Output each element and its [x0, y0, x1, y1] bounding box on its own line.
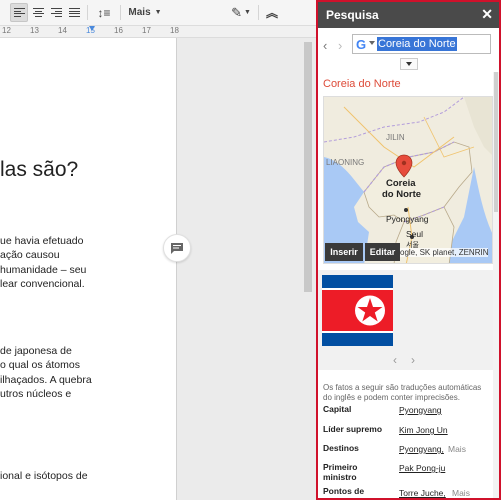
forward-arrow-icon[interactable]: › [338, 38, 342, 53]
insert-map-button[interactable]: Inserir [325, 243, 363, 261]
map-label-pyongyang: Pyongyang [386, 214, 429, 224]
ruler-tick: 17 [142, 26, 151, 35]
ruler-tick: 12 [2, 26, 11, 35]
carousel-prev-icon[interactable]: ‹ [393, 353, 397, 367]
indent-marker[interactable] [89, 26, 95, 31]
toolbar-divider [87, 5, 88, 20]
result-title[interactable]: Coreia do Norte [323, 78, 401, 90]
justify-icon [68, 8, 80, 17]
map-image[interactable]: JILIN LIAONING Coreia do Norte Pyongyang… [323, 96, 493, 264]
justify-button[interactable] [66, 3, 82, 22]
text-line: de japonesa de [0, 345, 72, 357]
text-line: ilhaçados. A quebra [0, 373, 92, 386]
map-label-country: do Norte [382, 189, 421, 200]
fact-label: Capital [323, 404, 352, 414]
collapse-toolbar-button[interactable]: ︽ [263, 3, 281, 22]
chevron-down-icon[interactable] [369, 41, 375, 45]
north-korea-flag-icon [322, 275, 393, 346]
formatting-toolbar: ↕≡ Mais ▼ ✎ ▼ ︽ [0, 0, 316, 26]
map-label-liaoning: LIAONING [326, 158, 364, 167]
ruler-tick: 18 [170, 26, 179, 35]
document-page[interactable]: las são? ue havia efetuado ação causou h… [0, 38, 177, 500]
scrollbar-thumb[interactable] [494, 72, 498, 212]
panel-title: Pesquisa [326, 8, 379, 22]
image-carousel: ‹ › [318, 270, 499, 370]
fact-value-link[interactable]: Pak Pong-ju [399, 463, 445, 473]
double-chevron-up-icon: ︽ [265, 6, 278, 20]
document-scrollbar[interactable] [300, 38, 316, 500]
ruler[interactable]: 12 13 14 15 16 17 18 [0, 26, 316, 38]
text-line: o qual os átomos [0, 359, 80, 372]
search-options-dropdown[interactable] [400, 58, 418, 70]
fact-label: Líder supremo [323, 424, 383, 434]
more-menu-button[interactable]: Mais ▼ [126, 3, 164, 22]
fact-label: Primeiro ministro [323, 462, 358, 482]
align-center-icon [32, 8, 44, 17]
chevron-down-icon: ▼ [154, 9, 162, 16]
translation-note: Os fatos a seguir são traduções automáti… [323, 383, 482, 402]
fact-more-link[interactable]: Mais [452, 488, 470, 498]
map-label-country: Coreia [386, 178, 416, 189]
flag-image[interactable] [322, 275, 393, 346]
research-panel: Pesquisa ✕ ‹ › G Coreia do Norte Coreia … [316, 0, 501, 500]
map-label-seul: Seul [406, 229, 423, 239]
document-heading: las são? [0, 158, 79, 181]
fact-value-link[interactable]: Kim Jong Un [399, 425, 448, 435]
back-arrow-icon[interactable]: ‹ [323, 38, 327, 53]
search-input[interactable]: G Coreia do Norte [352, 34, 491, 54]
align-left-button[interactable] [10, 3, 28, 22]
document-paragraph: ue havia efetuado ação causou humanidade… [0, 234, 86, 291]
fact-label: Pontos de [323, 486, 365, 496]
add-comment-button[interactable] [163, 234, 191, 262]
document-paragraph: ional e isótopos de [0, 469, 88, 483]
fact-more-link[interactable]: Mais [448, 444, 466, 454]
carousel-next-icon[interactable]: › [411, 353, 415, 367]
chevron-down-icon: ▼ [243, 9, 251, 16]
align-left-icon [13, 8, 25, 17]
fact-value-link[interactable]: Torre Juche, [399, 488, 446, 498]
ruler-tick: 14 [58, 26, 67, 35]
align-right-icon [50, 8, 62, 17]
align-center-button[interactable] [30, 3, 46, 22]
ruler-tick: 16 [114, 26, 123, 35]
text-line: ional e isótopos de [0, 470, 88, 482]
align-right-button[interactable] [48, 3, 64, 22]
line-spacing-button[interactable]: ↕≡ [92, 3, 116, 22]
search-query[interactable]: Coreia do Norte [377, 37, 457, 51]
more-menu-label: Mais [128, 7, 151, 18]
fact-label: Destinos [323, 443, 359, 453]
panel-scrollbar[interactable] [493, 72, 499, 498]
comment-icon [171, 242, 183, 254]
fact-value-link[interactable]: Pyongyang [399, 405, 442, 415]
scrollbar-thumb[interactable] [304, 42, 312, 292]
google-search-icon[interactable]: G [356, 37, 366, 52]
editing-mode-button[interactable]: ✎ ▼ [228, 3, 254, 22]
line-spacing-icon: ↕≡ [97, 5, 111, 20]
panel-header: Pesquisa ✕ [318, 2, 499, 28]
ruler-tick: 13 [30, 26, 39, 35]
map-label-jilin: JILIN [386, 133, 405, 142]
map-attribution: ogle, SK planet, ZENRIN [400, 248, 489, 257]
text-line: utros núcleos e [0, 387, 72, 400]
document-paragraph: de japonesa de o qual os átomos ilhaçado… [0, 344, 92, 401]
text-line: humanidade – seu [0, 263, 87, 276]
pencil-icon: ✎ [231, 4, 242, 20]
map-graphic: JILIN LIAONING Coreia do Norte Pyongyang… [324, 97, 492, 263]
toolbar-divider [120, 5, 121, 20]
edit-map-button[interactable]: Editar [365, 243, 400, 261]
text-line: lear convencional. [0, 277, 85, 290]
fact-value-link[interactable]: Pyongyang, [399, 444, 444, 454]
toolbar-divider [258, 5, 259, 20]
text-line: ação causou [0, 249, 60, 262]
text-line: ue havia efetuado [0, 235, 84, 247]
close-icon[interactable]: ✕ [481, 6, 493, 23]
